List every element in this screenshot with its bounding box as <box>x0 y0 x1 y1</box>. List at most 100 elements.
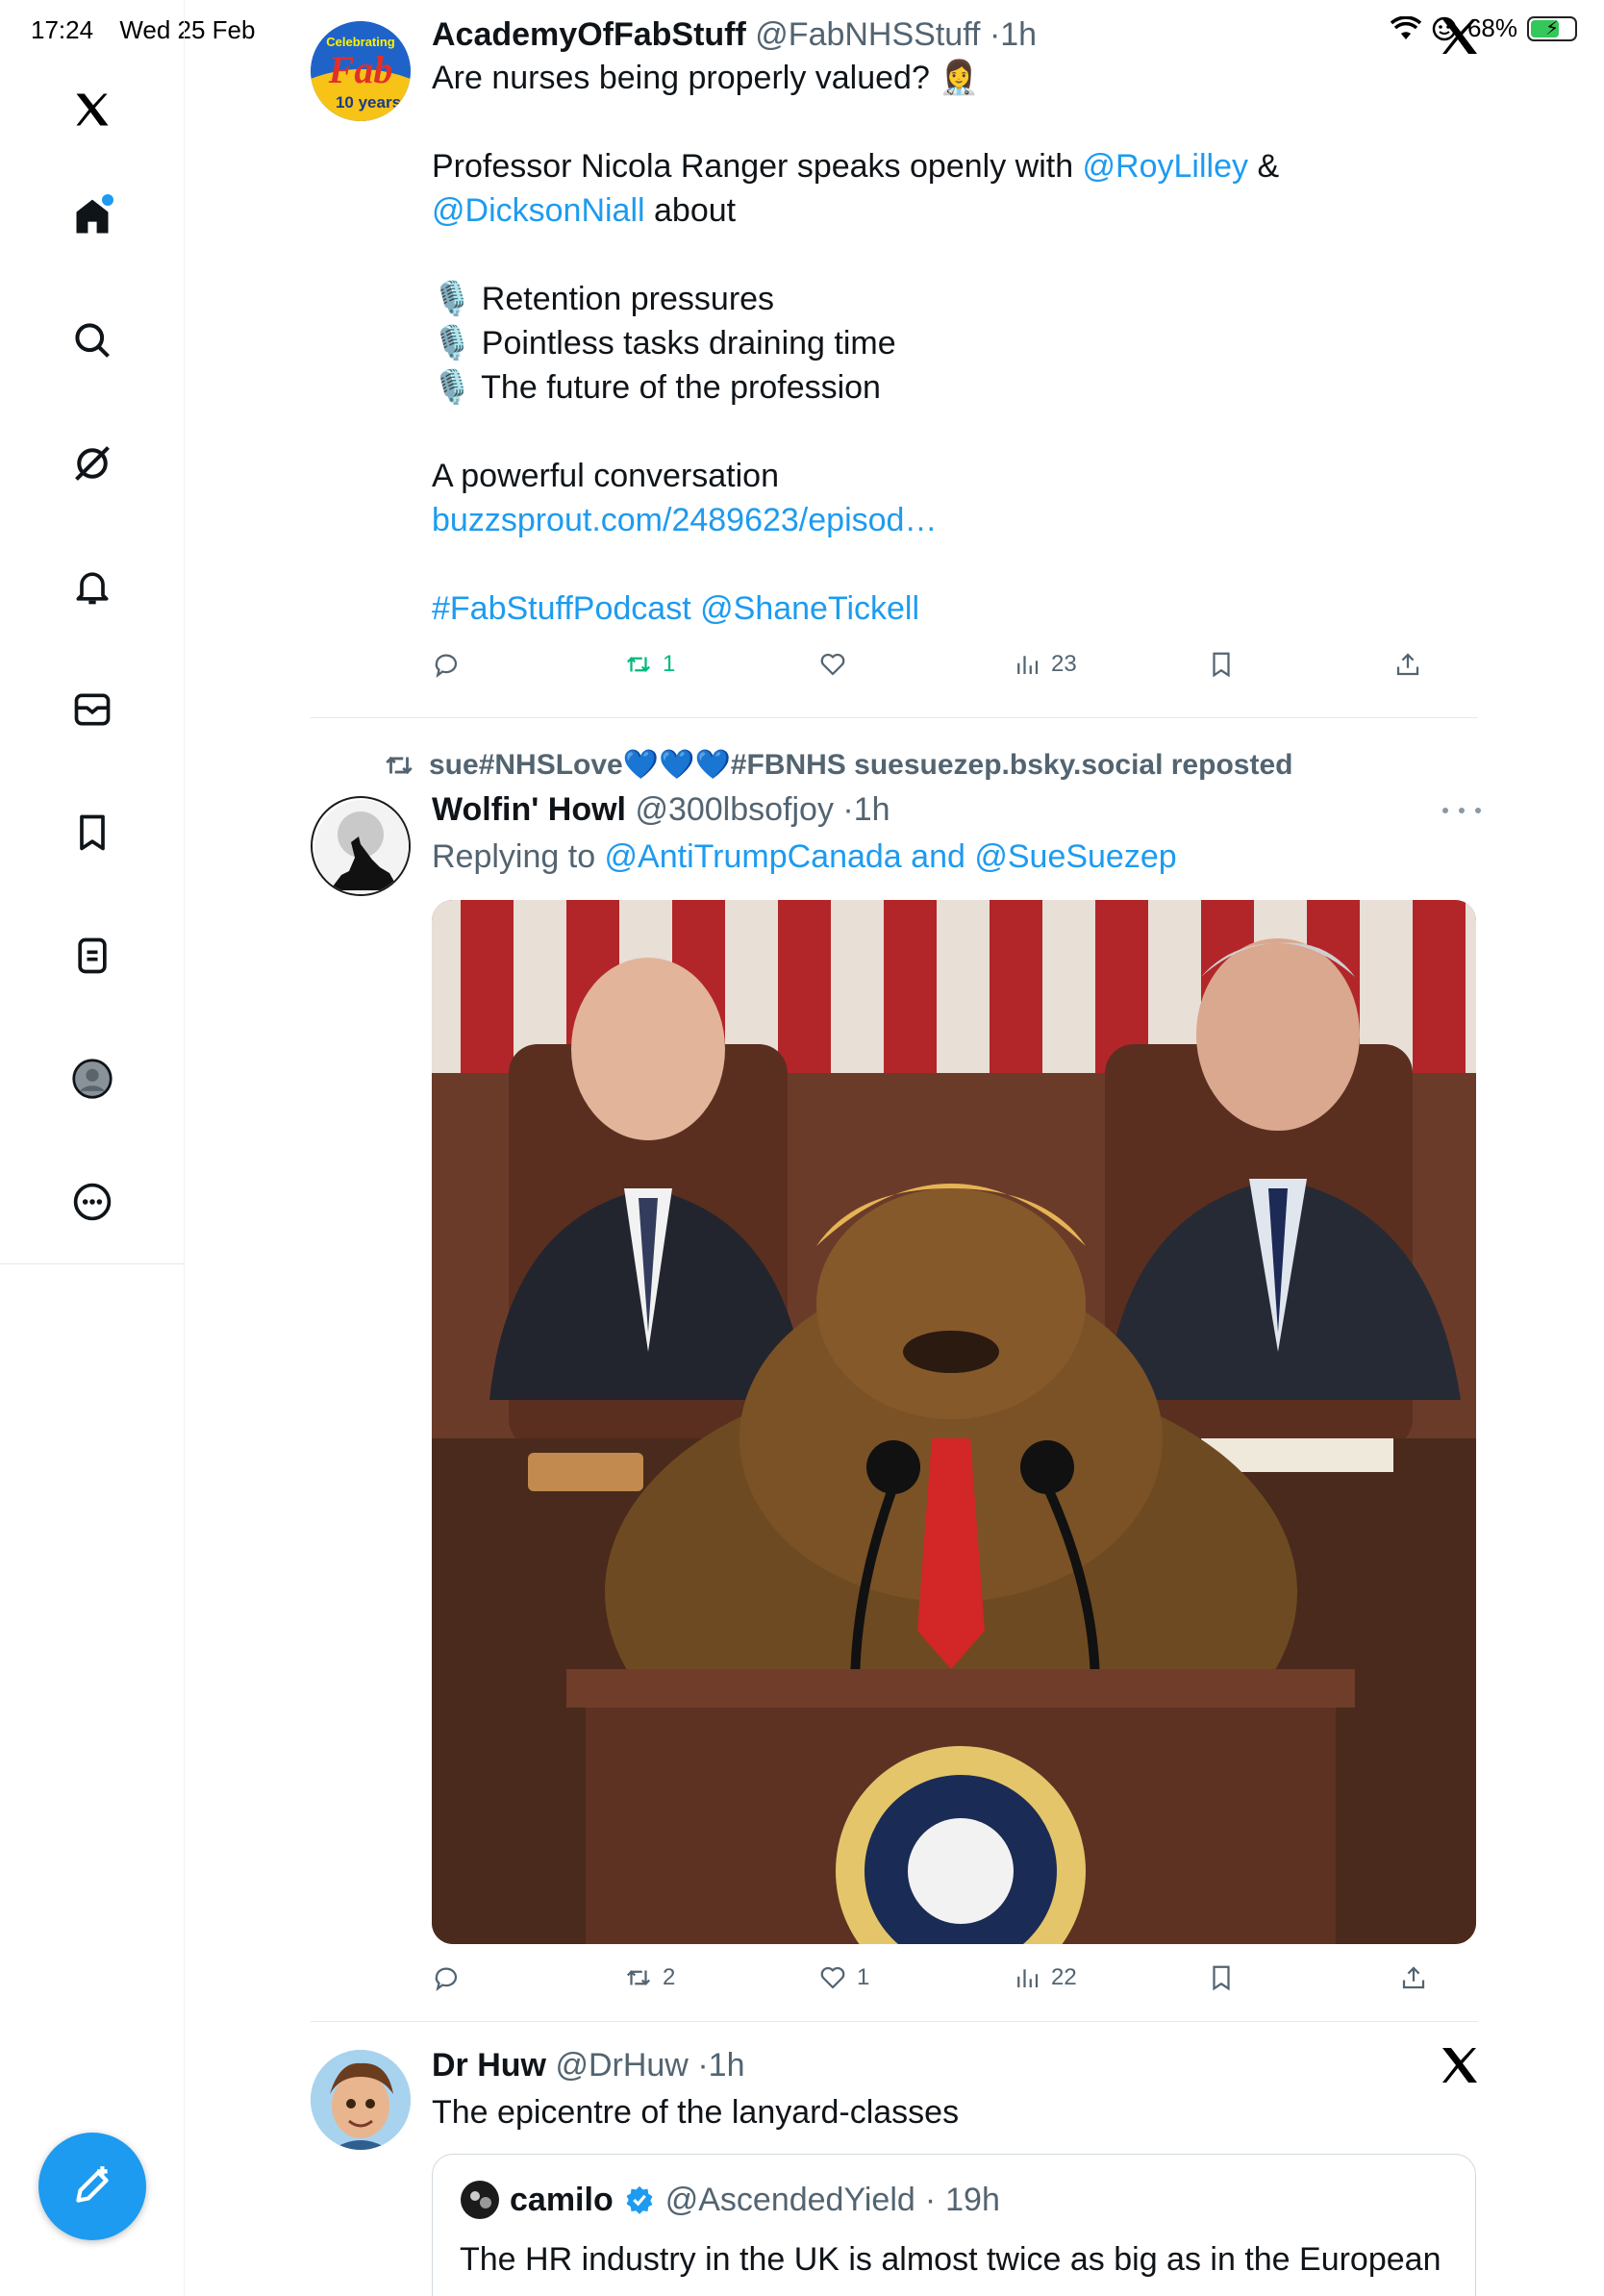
tweet-divider <box>311 717 1478 718</box>
compose-icon <box>76 2166 109 2203</box>
quote-author-name[interactable]: camilo <box>510 2182 614 2219</box>
retweet-icon <box>626 657 651 672</box>
quote-author-handle[interactable]: @AscendedYield <box>665 2182 915 2219</box>
retweet-count: 1 <box>663 651 676 677</box>
x-logo-icon[interactable] <box>1437 13 1483 60</box>
reply-button[interactable] <box>432 1963 461 1992</box>
quote-avatar-icon <box>461 2181 499 2219</box>
quote-time: 19h <box>945 2181 1000 2218</box>
tweet-image-illustration <box>432 900 1476 1944</box>
tweet-300lbsofjoy[interactable]: Wolfin' Howl @300lbsofjoy ·1h Replying t… <box>432 790 1604 879</box>
author-handle[interactable]: @FabNHSStuff <box>755 16 980 53</box>
list-icon[interactable] <box>63 927 121 985</box>
bookmark-icon[interactable] <box>63 804 121 861</box>
author-name[interactable]: Wolfin' Howl <box>432 791 626 828</box>
author-handle[interactable]: @DrHuw <box>555 2047 688 2084</box>
tweet-actions: 1 23 <box>432 650 1490 688</box>
heart-icon <box>820 1966 845 1989</box>
more-options-icon[interactable] <box>1442 796 1481 825</box>
like-button[interactable] <box>818 650 847 679</box>
tweet-line: A powerful conversation <box>432 458 779 494</box>
mail-icon[interactable] <box>63 681 121 738</box>
svg-text:Fab: Fab <box>328 48 393 91</box>
compose-button[interactable] <box>38 2133 146 2240</box>
replying-to: Replying to @AntiTrumpCanada and @SueSue… <box>432 838 1177 875</box>
tweet-image[interactable] <box>432 900 1476 1944</box>
profile-icon[interactable] <box>63 1050 121 1108</box>
reply-mentions-link[interactable]: @AntiTrumpCanada and @SueSuezep <box>605 838 1177 875</box>
grok-icon[interactable] <box>63 435 121 492</box>
author-name[interactable]: AcademyOfFabStuff <box>432 16 746 53</box>
mention-link[interactable]: @ShaneTickell <box>700 590 919 627</box>
bookmark-icon <box>1213 1965 1230 1991</box>
like-button[interactable]: 1 <box>818 1963 869 1992</box>
author-name[interactable]: Dr Huw <box>432 2047 546 2084</box>
views-icon <box>1017 1969 1039 1987</box>
more-icon[interactable] <box>63 1173 121 1231</box>
quote-header: camilo @AscendedYield · 19h <box>460 2180 1000 2220</box>
mention-link[interactable]: @DicksonNiall <box>432 192 645 229</box>
tweet-header: AcademyOfFabStuff @FabNHSStuff ·1h <box>432 16 1038 53</box>
views-icon <box>1017 656 1039 674</box>
retweet-button[interactable]: 1 <box>624 650 675 679</box>
avatar-drhuw[interactable] <box>311 2050 411 2150</box>
tweet-time: 1h <box>1000 16 1038 53</box>
tweet-line: #FabStuffPodcast @ShaneTickell <box>432 586 1604 631</box>
retweet-button[interactable]: 2 <box>624 1963 675 1992</box>
bullet-item: 🎙️ Pointless tasks draining time <box>432 325 896 362</box>
bookmark-icon <box>1213 652 1230 678</box>
avatar-300lbsofjoy[interactable] <box>311 796 411 896</box>
tweet-line: Professor Nicola Ranger speaks openly wi… <box>432 148 1280 185</box>
x-logo-icon[interactable] <box>1437 2042 1483 2088</box>
retweet-icon <box>626 1970 651 1985</box>
tweet-drhuw[interactable]: Dr Huw @DrHuw ·1h The epicentre of the l… <box>432 2046 1604 2134</box>
mention-link[interactable]: @RoyLilley <box>1083 148 1248 185</box>
tweet-header: Dr Huw @DrHuw ·1h <box>432 2047 745 2084</box>
retweet-icon <box>386 756 413 774</box>
bookmark-button[interactable] <box>1207 1963 1236 1992</box>
url-link[interactable]: buzzsprout.com/2489623/episod… <box>432 498 1604 542</box>
x-logo-icon[interactable] <box>63 81 121 138</box>
wolf-howling-icon <box>314 800 409 894</box>
sidebar-divider <box>0 1263 185 1264</box>
quote-text: The HR industry in the UK is almost twic… <box>460 2241 1441 2278</box>
views-count: 22 <box>1051 1964 1077 1990</box>
bookmark-button[interactable] <box>1207 650 1236 679</box>
tweet-time: 1h <box>853 791 890 828</box>
tweet-actions: 2 1 22 <box>432 1963 1490 2002</box>
cartoon-face-icon <box>311 2050 411 2150</box>
svg-text:10 years: 10 years <box>336 93 401 112</box>
reply-icon <box>435 654 458 678</box>
bullet-item: 🎙️ Retention pressures <box>432 281 775 317</box>
svg-text:Celebrating: Celebrating <box>326 35 395 49</box>
tweet-line: @DicksonNiall about <box>432 192 737 229</box>
share-icon <box>1402 1966 1425 1989</box>
repost-banner[interactable]: sue#NHSLove💙💙💙#FBNHS suesuezep.bsky.soci… <box>383 748 1292 782</box>
sidebar <box>0 0 185 2296</box>
tweet-fabnhsstuff[interactable]: AcademyOfFabStuff @FabNHSStuff ·1h Are n… <box>432 15 1604 631</box>
repost-label: sue#NHSLove💙💙💙#FBNHS suesuezep.bsky.soci… <box>429 749 1293 781</box>
tweet-header: Wolfin' Howl @300lbsofjoy ·1h <box>432 791 890 828</box>
views-button[interactable]: 23 <box>1013 650 1077 679</box>
author-handle[interactable]: @300lbsofjoy <box>635 791 834 828</box>
search-icon[interactable] <box>63 312 121 369</box>
share-button[interactable] <box>1393 650 1422 679</box>
like-count: 1 <box>857 1964 870 1990</box>
tweet-line: Are nurses being properly valued? 👩‍⚕️ <box>432 60 980 96</box>
bell-icon[interactable] <box>63 558 121 615</box>
verified-badge-icon <box>626 2185 653 2214</box>
retweet-count: 2 <box>663 1964 676 1990</box>
tweet-text: The epicentre of the lanyard-classes <box>432 2094 960 2131</box>
reply-button[interactable] <box>432 650 461 679</box>
reply-icon <box>435 1967 458 1991</box>
share-icon <box>1396 653 1419 676</box>
quoted-tweet[interactable]: camilo @AscendedYield · 19h The HR indust… <box>432 2154 1476 2296</box>
home-icon[interactable] <box>63 188 121 246</box>
tweet-divider <box>311 2021 1478 2022</box>
tweet-time: 1h <box>708 2047 745 2084</box>
avatar-fabnhsstuff[interactable]: Celebrating Fab 10 years <box>311 21 411 121</box>
notification-dot <box>102 194 113 206</box>
hashtag-link[interactable]: #FabStuffPodcast <box>432 590 691 627</box>
share-button[interactable] <box>1399 1963 1428 1992</box>
views-button[interactable]: 22 <box>1013 1963 1077 1992</box>
